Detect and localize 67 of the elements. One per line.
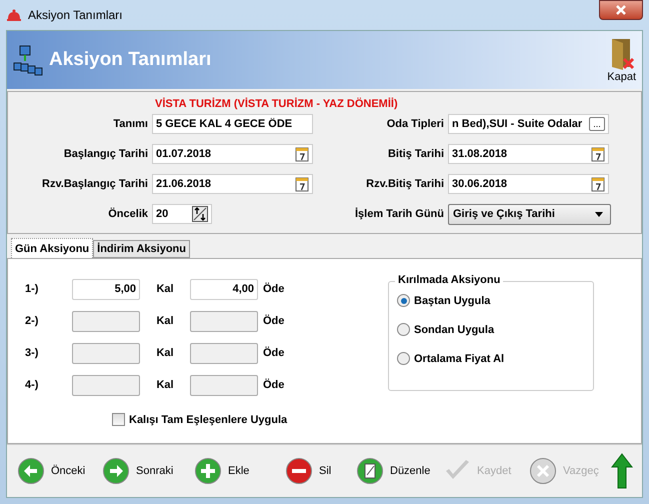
radio-label: Ortalama Fiyat Al: [414, 352, 504, 364]
group-title: Kırılmada Aksiyonu: [395, 274, 504, 286]
radio-label: Sondan Uygula: [414, 324, 494, 336]
field-label: Öde: [263, 379, 284, 391]
field-label: Öde: [263, 347, 284, 359]
toolbar-button[interactable]: Sonraki: [102, 457, 194, 485]
close-button[interactable]: Kapat: [607, 37, 636, 83]
toolbar-button[interactable]: Ekle: [194, 457, 285, 485]
spin-icon[interactable]: [192, 206, 208, 222]
calendar-icon[interactable]: [295, 176, 309, 192]
agency-title: VİSTA TURİZM (VİSTA TURİZM - YAZ DÖNEMİİ): [154, 98, 399, 110]
edit-icon: [356, 457, 384, 485]
x-icon: [529, 457, 557, 485]
field-label: İşlem Tarih Günü: [354, 208, 444, 220]
row-number: 1-): [25, 283, 40, 295]
field-label: Kal: [155, 283, 175, 295]
field-label: Öncelik: [107, 208, 148, 220]
tab[interactable]: Gün Aksiyonu: [11, 238, 94, 258]
input-field[interactable]: n Bed),SUI - Suite Odalar ...: [448, 114, 609, 134]
field-label: Kal: [155, 379, 175, 391]
input-field[interactable]: 01.07.2018: [152, 144, 313, 164]
header-title: Aksiyon Tanımları: [49, 49, 212, 71]
toolbar-button[interactable]: Sil: [285, 457, 356, 485]
row-number: 4-): [25, 379, 40, 391]
toolbar-button[interactable]: Önceki: [17, 457, 102, 485]
close-icon: [615, 5, 627, 15]
field-label: Kal: [155, 315, 175, 327]
input-field[interactable]: 20: [152, 204, 212, 224]
radio-button[interactable]: [397, 352, 410, 365]
field-label: Bitiş Tarihi: [386, 148, 444, 160]
input-field[interactable]: [190, 342, 258, 364]
blocks-icon: [13, 43, 43, 77]
field-label: Oda Tipleri: [386, 118, 444, 130]
radio-label: Baştan Uygula: [414, 294, 490, 306]
field-label: Öde: [263, 283, 284, 295]
field-label: Öde: [263, 315, 284, 327]
window-title: Aksiyon Tanımları: [28, 8, 124, 22]
radio-button[interactable]: [397, 294, 410, 307]
calendar-icon[interactable]: [295, 146, 309, 162]
input-field[interactable]: 5,00: [72, 278, 140, 300]
checkbox[interactable]: [112, 413, 125, 426]
row-number: 2-): [25, 315, 40, 327]
dropdown[interactable]: Giriş ve Çıkış Tarihi: [448, 204, 611, 224]
checkbox-label: Kalışı Tam Eşleşenlere Uygula: [129, 414, 288, 426]
field-label: Tanımı: [112, 118, 148, 130]
input-field[interactable]: 31.08.2018: [448, 144, 609, 164]
calendar-icon[interactable]: [591, 176, 605, 192]
field-label: Kal: [155, 347, 175, 359]
plus-icon: [194, 457, 222, 485]
field-label: Rzv.Bitiş Tarihi: [365, 178, 444, 190]
calendar-icon[interactable]: [591, 146, 605, 162]
input-field[interactable]: 21.06.2018: [152, 174, 313, 194]
input-field[interactable]: 30.06.2018: [448, 174, 609, 194]
dropdown-arrow-icon: [595, 212, 603, 216]
browse-button[interactable]: ...: [589, 117, 605, 131]
toolbar-button[interactable]: Düzenle: [356, 457, 443, 485]
input-field[interactable]: [190, 310, 258, 332]
minus-icon: [285, 457, 313, 485]
input-field[interactable]: [190, 374, 258, 396]
field-label: Rzv.Başlangıç Tarihi: [41, 178, 148, 190]
bell-icon: [6, 7, 22, 23]
field-label: Başlangıç Tarihi: [62, 148, 148, 160]
input-field[interactable]: 4,00: [190, 278, 258, 300]
close-button[interactable]: [599, 0, 643, 20]
radio-button[interactable]: [397, 323, 410, 336]
row-number: 3-): [25, 347, 40, 359]
tab[interactable]: İndirim Aksiyonu: [93, 240, 190, 258]
